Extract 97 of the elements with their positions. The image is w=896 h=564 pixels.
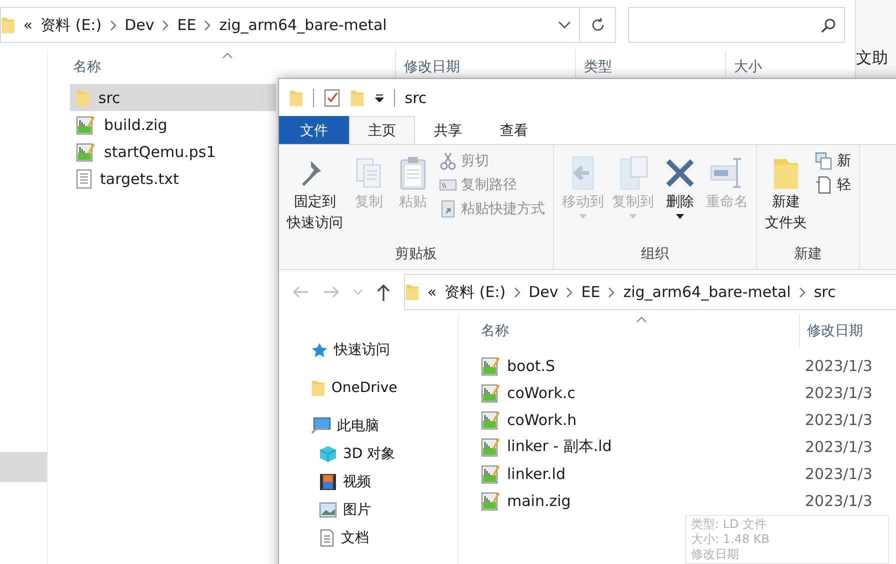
file-row[interactable]: src [70,84,276,111]
nav-item[interactable]: 文档 [279,524,458,552]
ribbon-button[interactable]: 删除 [660,151,700,245]
address-crumb[interactable]: 资料 (E:) [40,16,102,34]
film-icon [319,473,337,491]
ribbon-tab[interactable]: 主页 [349,116,415,145]
address-crumb[interactable]: Dev [528,283,558,301]
up-button[interactable] [377,284,390,300]
chevron-icon [798,286,806,298]
folder-icon [405,283,420,301]
ribbon-button[interactable]: 新 [813,151,853,171]
address-crumb[interactable]: Dev [124,16,154,34]
address-crumb[interactable]: zig_arm64_bare-metal [623,283,791,301]
tooltip-text: 大小: 1.48 KB [691,532,770,547]
column-header[interactable]: 名称 [481,322,509,340]
nav-item[interactable]: 图片 [279,496,458,524]
group-label: 新建 [793,245,823,264]
script-file-icon [481,436,501,456]
chevron-down-icon[interactable] [558,21,571,29]
nav-item[interactable]: 快速访问 [279,336,458,364]
nav-item[interactable]: 视频 [279,468,458,496]
column-header[interactable]: 类型 [584,58,612,76]
ribbon-button[interactable]: 新建 文件夹 [763,151,809,245]
column-header[interactable]: 名称 [73,58,101,76]
column-header[interactable]: 修改日期 [807,322,863,340]
file-row[interactable]: startQemu.ps1 [70,138,276,165]
address-crumb[interactable]: EE [177,16,196,34]
window-title: src [404,88,427,106]
folder-icon [76,88,90,106]
address-overflow[interactable]: « [23,16,33,34]
sort-caret-icon [222,52,233,59]
file-row[interactable]: build.zig [70,111,276,138]
column-header[interactable]: 修改日期 [404,58,460,76]
folder-icon [289,88,304,106]
script-file-icon [481,464,501,484]
up-arrow-icon [377,284,390,300]
shortcut-icon [439,200,457,218]
chevron-icon [162,20,170,30]
document-icon [319,529,335,547]
file-row[interactable]: coWork.c 2023/1/3 [481,379,896,406]
group-label: 组织 [640,245,670,264]
script-file-icon [481,382,501,402]
ribbon-button[interactable]: 固定到 快速访问 [285,151,345,245]
address-crumb[interactable]: EE [581,283,600,301]
chevron-icon [110,20,117,30]
text-file-icon [76,168,92,188]
file-row[interactable]: linker.ld 2023/1/3 [481,460,896,487]
script-file-icon [481,490,501,510]
ribbon-tab[interactable]: 文件 [279,116,349,144]
address-overflow[interactable]: « [427,283,437,301]
file-row[interactable]: linker - 副本.ld 2023/1/3 [481,433,896,460]
address-bar[interactable]: « 资料 (E:) Dev EE zig_arm64_bare-metal src [404,274,896,310]
file-row[interactable]: boot.S 2023/1/3 [481,352,896,379]
star-icon [311,342,328,358]
computer-icon [311,417,331,435]
script-file-icon [481,356,501,376]
column-header[interactable]: 大小 [734,58,762,76]
sort-caret-icon [636,316,647,323]
script-file-icon [481,410,501,430]
folder-icon [1,16,16,34]
cube-icon [319,445,337,463]
chevron-down-icon [353,289,363,295]
search-icon [821,18,836,32]
new-item-icon [815,152,833,170]
chevron-icon [608,286,616,298]
file-row[interactable]: main.zig 2023/1/3 [481,487,896,514]
address-crumb[interactable]: 资料 (E:) [444,282,506,302]
group-label: 剪贴板 [394,245,438,264]
refresh-button[interactable] [580,7,616,43]
tooltip-text: 修改日期 [691,547,739,562]
customize-caret-icon[interactable] [374,94,384,102]
document-icon [815,176,833,194]
address-crumb[interactable]: zig_arm64_bare-metal [219,16,387,34]
chevron-icon [514,286,521,298]
script-file-icon [76,142,96,162]
file-row[interactable]: coWork.h 2023/1/3 [481,406,896,433]
window-text: 文助 [856,48,889,69]
script-file-icon [76,114,96,134]
properties-icon[interactable] [324,88,340,106]
address-bar[interactable]: « 资料 (E:) Dev EE zig_arm64_bare-metal [0,7,580,43]
ribbon-button[interactable]: 轻 [813,175,853,195]
search-field[interactable] [628,7,845,43]
nav-item[interactable]: 此电脑 [279,412,458,440]
chevron-icon [566,286,574,298]
forward-arrow-icon [323,286,339,298]
nav-item[interactable]: OneDrive [279,374,458,402]
address-crumb[interactable]: src [814,283,836,301]
tooltip-text: 类型: LD 文件 [691,517,767,532]
nav-item[interactable]: 3D 对象 [279,440,458,468]
scissors-icon [439,152,457,170]
refresh-icon [590,17,606,33]
file-row[interactable]: targets.txt [70,165,276,192]
folder-icon [311,379,326,397]
picture-icon [319,502,337,518]
chevron-icon [204,20,212,30]
folder-icon [350,88,365,106]
back-arrow-icon [293,286,309,298]
